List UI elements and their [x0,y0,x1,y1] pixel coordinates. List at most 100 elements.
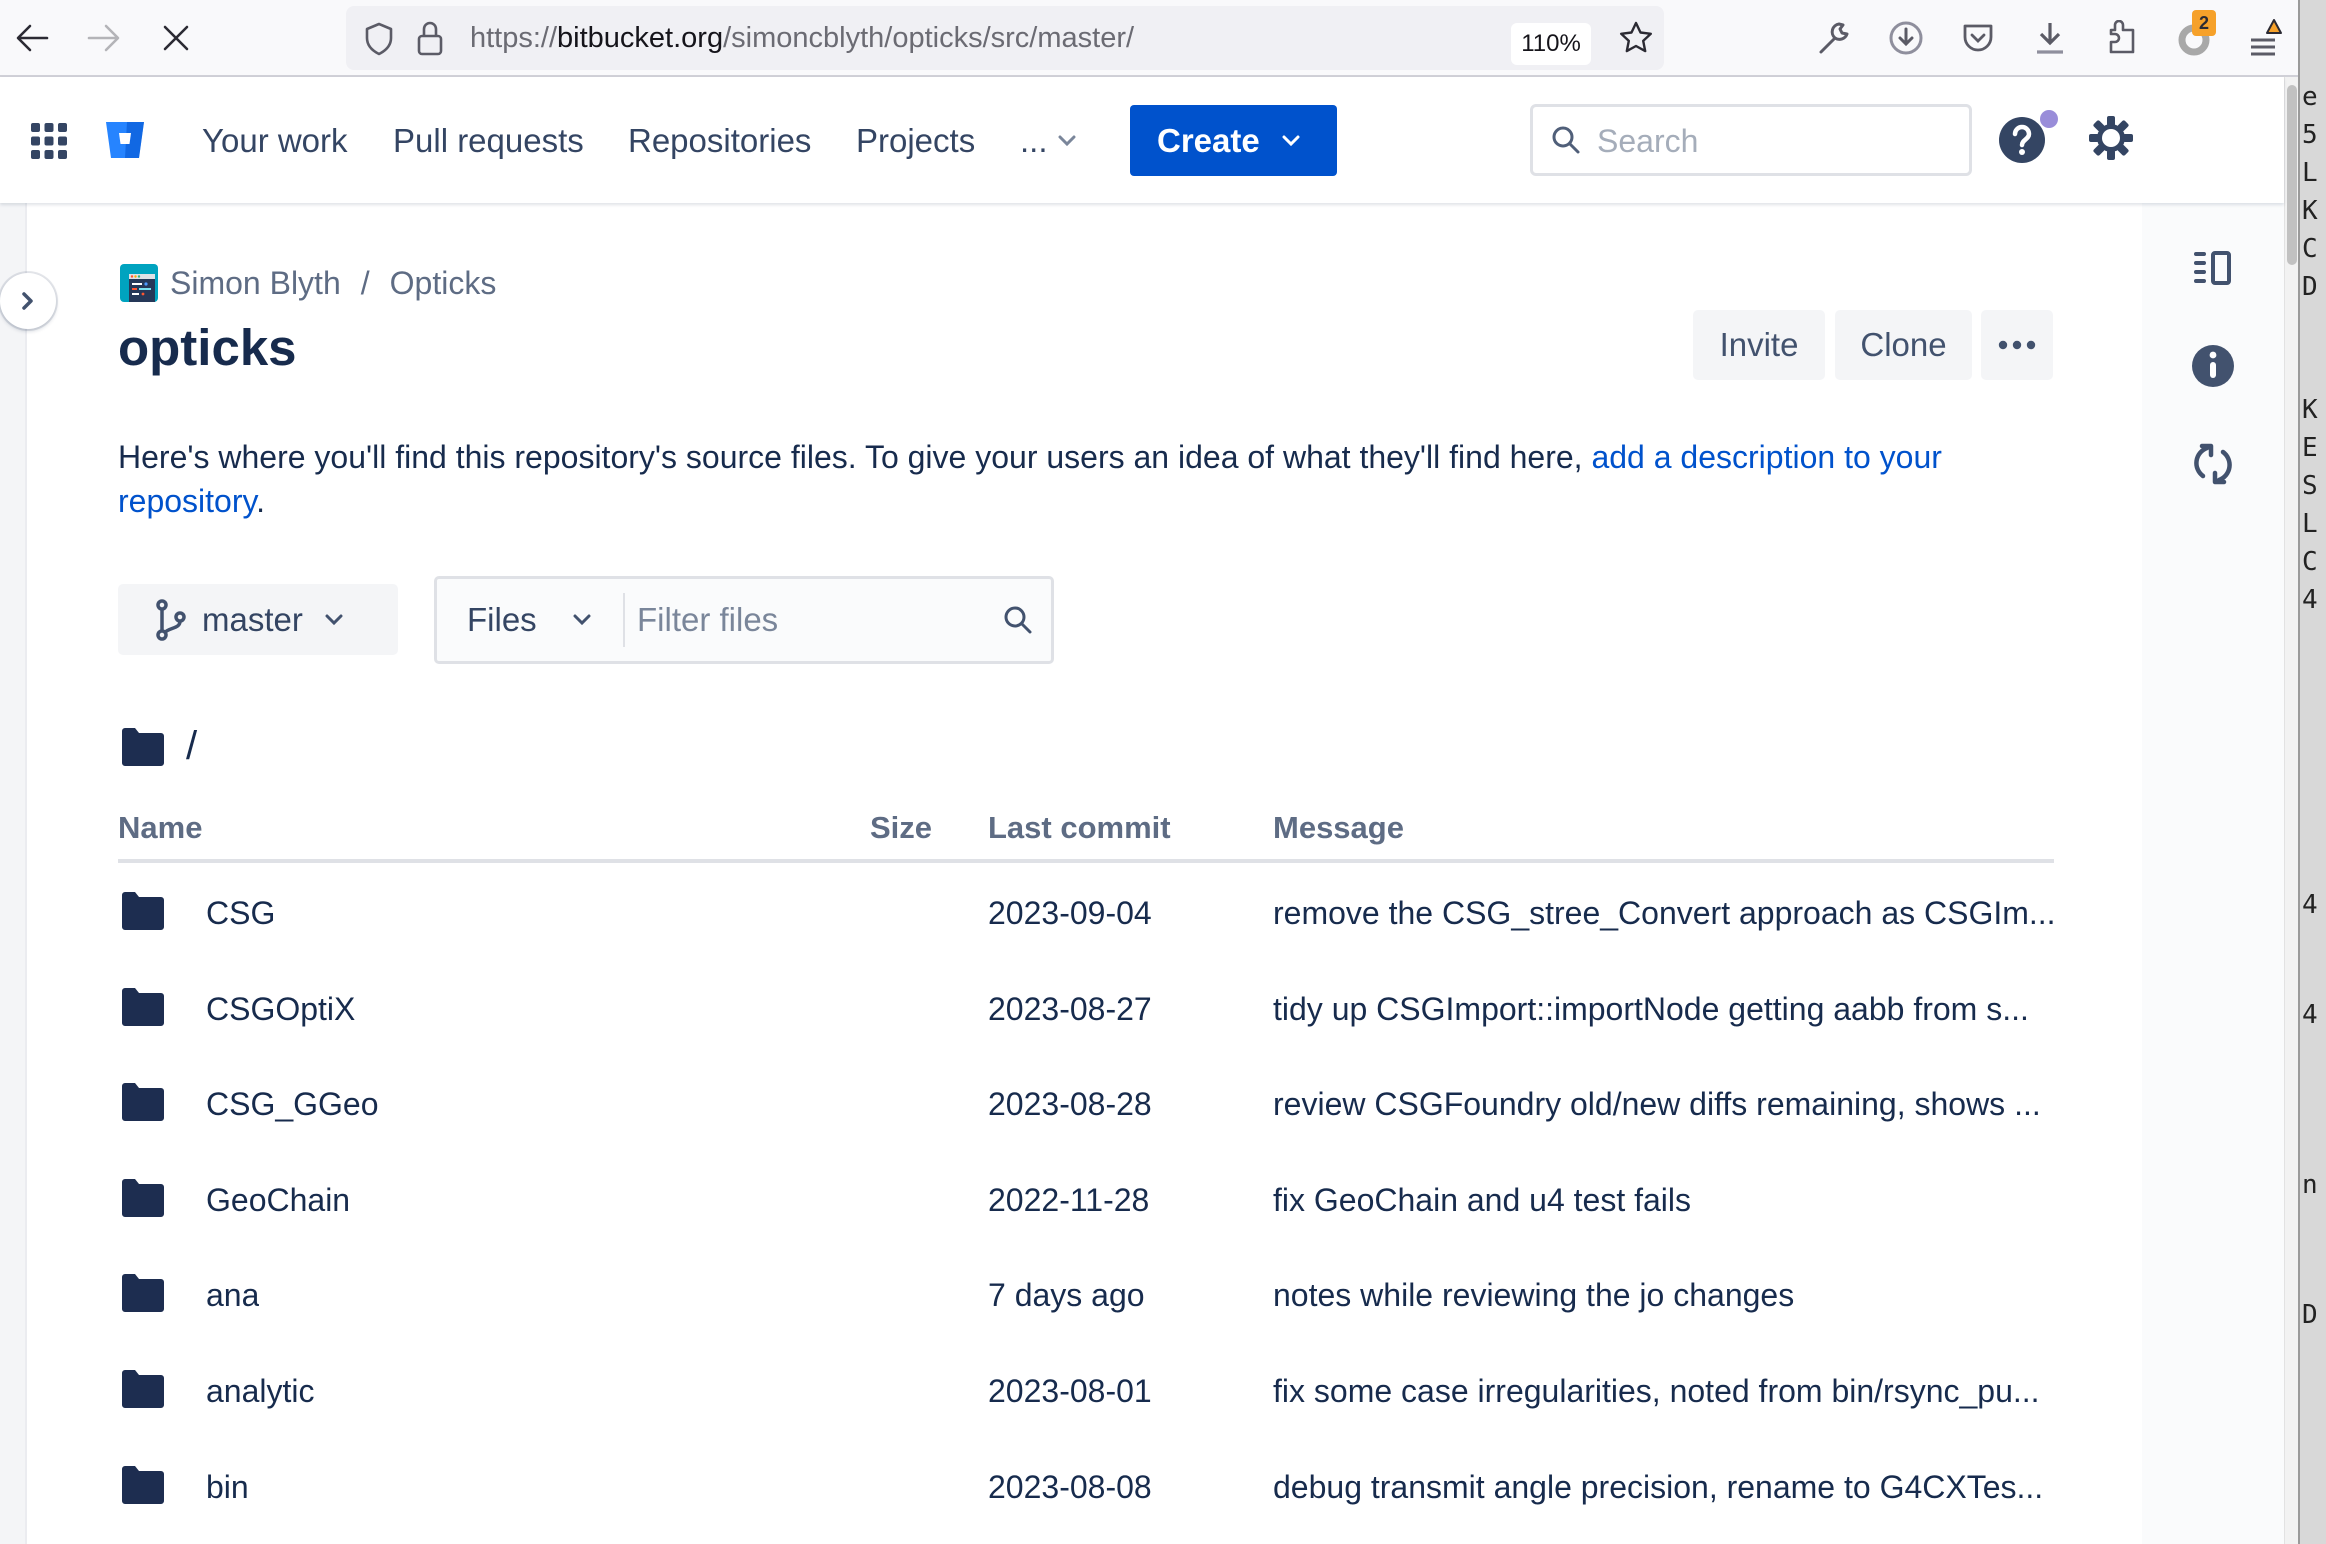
download-manager-button[interactable] [1884,16,1928,60]
nav-your-work[interactable]: Your work [202,117,348,165]
forward-button[interactable] [82,16,126,60]
search-field[interactable] [1530,104,1972,176]
app-switcher-icon[interactable] [30,122,68,160]
table-row[interactable]: CSG_GGeo 2023-08-28 review CSGFoundry old/… [118,1056,2054,1152]
arrow-right-icon [87,24,120,52]
nav-repositories[interactable]: Repositories [628,117,811,165]
file-name-link[interactable]: analytic [206,1373,315,1410]
files-type-select[interactable]: Files [437,579,623,661]
bitbucket-logo-icon[interactable] [104,119,146,161]
table-row[interactable]: CSG 2023-09-04 remove the CSG_stree_Conver… [118,865,2056,961]
column-header-size[interactable]: Size [870,810,932,846]
devtools-button[interactable] [1812,16,1856,60]
create-button[interactable]: Create [1130,105,1337,176]
folder-icon [122,892,164,930]
nav-more-dropdown[interactable]: ... [1020,117,1076,165]
file-name-link[interactable]: bin [206,1469,249,1506]
back-button[interactable] [10,16,54,60]
commit-message-link[interactable]: remove the CSG_stree_Convert approach as… [1273,895,2063,932]
commit-message-link[interactable]: debug transmit angle precision, rename t… [1273,1469,2063,1506]
puzzle-icon [2109,20,2135,54]
pocket-button[interactable] [1956,16,2000,60]
zoom-level-button[interactable]: 110% [1511,23,1591,65]
help-icon[interactable] [1998,116,2046,164]
search-icon [1552,126,1580,154]
last-commit-date: 2023-08-27 [988,990,1152,1027]
file-name-link[interactable]: CSG_GGeo [206,1086,379,1123]
filter-divider [623,593,625,647]
files-select-label: Files [467,601,537,638]
current-path: / [120,724,197,769]
settings-gear-icon[interactable] [2088,115,2134,161]
last-commit-date: 2023-08-08 [988,1468,1152,1505]
download-circle-icon [1889,21,1923,55]
nav-pull-requests[interactable]: Pull requests [393,117,584,165]
scrollbar-thumb[interactable] [2287,85,2297,265]
chevron-down-icon [1282,135,1300,146]
expand-sidebar-button[interactable] [0,273,56,329]
folder-icon [122,987,164,1026]
close-icon [163,25,189,51]
file-name-link[interactable]: CSGOptiX [206,991,355,1028]
breadcrumb-workspace[interactable]: Simon Blyth [170,265,341,302]
file-name-link[interactable]: ana [206,1277,259,1314]
file-name-link[interactable]: CSG [206,895,275,932]
background-text-fragment: L [2302,509,2318,539]
address-bar[interactable]: https://bitbucket.org/simoncblyth/optick… [346,6,1664,70]
nav-projects[interactable]: Projects [856,117,975,165]
background-text-fragment: C [2302,234,2318,264]
column-header-message[interactable]: Message [1273,810,1404,846]
background-text-fragment: S [2302,471,2318,501]
column-header-name[interactable]: Name [118,810,202,846]
file-name-link[interactable]: GeoChain [206,1182,350,1219]
commit-message-link[interactable]: review CSGFoundry old/new diffs remainin… [1273,1086,2063,1123]
last-commit-date: 2022-11-28 [988,1181,1150,1218]
repo-description: Here's where you'll find this repository… [118,435,2018,523]
breadcrumb-separator: / [360,264,370,301]
commit-message-link[interactable]: tidy up CSGImport::importNode getting aa… [1273,991,2063,1028]
commit-message-link[interactable]: fix some case irregularities, noted from… [1273,1373,2063,1410]
table-row[interactable]: bin 2023-08-08 debug transmit angle precis… [118,1439,2054,1535]
panel-toggle-icon [2194,251,2231,285]
url-text: https://bitbucket.org/simoncblyth/optick… [470,22,1134,55]
url-host: bitbucket.org [557,22,724,54]
filter-files-input[interactable] [637,595,977,645]
right-sidebar [2142,203,2284,1544]
app-menu-button[interactable] [2244,16,2288,60]
column-header-last-commit[interactable]: Last commit [988,810,1171,846]
extensions-button[interactable] [2100,16,2144,60]
bookmark-star-icon[interactable] [1618,20,1654,56]
clone-button[interactable]: Clone [1835,310,1972,380]
search-icon[interactable] [1003,605,1033,635]
commit-message-link[interactable]: notes while reviewing the jo changes [1273,1277,2063,1314]
search-input[interactable] [1597,119,1937,163]
breadcrumb-project[interactable]: Opticks [390,265,497,302]
page-scrollbar[interactable] [2284,77,2298,1544]
invite-button[interactable]: Invite [1693,310,1825,380]
create-label: Create [1157,121,1260,159]
table-row[interactable]: CSGOptiX 2023-08-27 tidy up CSGImport::imp… [118,961,2054,1057]
folder-icon [122,1465,164,1504]
table-row[interactable]: analytic 2023-08-01 fix some case irregula… [118,1343,2054,1439]
branch-selector[interactable]: master [118,584,398,655]
project-avatar-icon [120,264,158,302]
page-title: opticks [118,319,297,376]
commit-message-link[interactable]: fix GeoChain and u4 test fails [1273,1182,2063,1219]
stop-loading-button[interactable] [154,16,198,60]
table-row[interactable]: GeoChain 2022-11-28 fix GeoChain and u4 te… [118,1152,2054,1248]
header-divider [118,859,2054,863]
shield-icon [365,22,393,56]
downloads-button[interactable] [2028,16,2072,60]
folder-icon [122,1274,164,1313]
background-window-strip: e5LKCDKESLC444nD [2298,0,2326,1544]
repo-info-button[interactable] [2188,341,2238,391]
url-scheme: https:// [470,22,558,54]
table-row[interactable]: ana 7 days ago notes while reviewing the j… [118,1247,2054,1343]
more-actions-button[interactable] [1981,310,2053,380]
last-commit-date: 2023-09-04 [988,895,1152,931]
background-text-fragment: K [2302,196,2318,226]
toggle-panel-button[interactable] [2188,243,2238,293]
background-text-fragment: 4 [2302,890,2318,920]
background-text-fragment: L [2302,158,2318,188]
sync-button[interactable] [2188,439,2238,489]
